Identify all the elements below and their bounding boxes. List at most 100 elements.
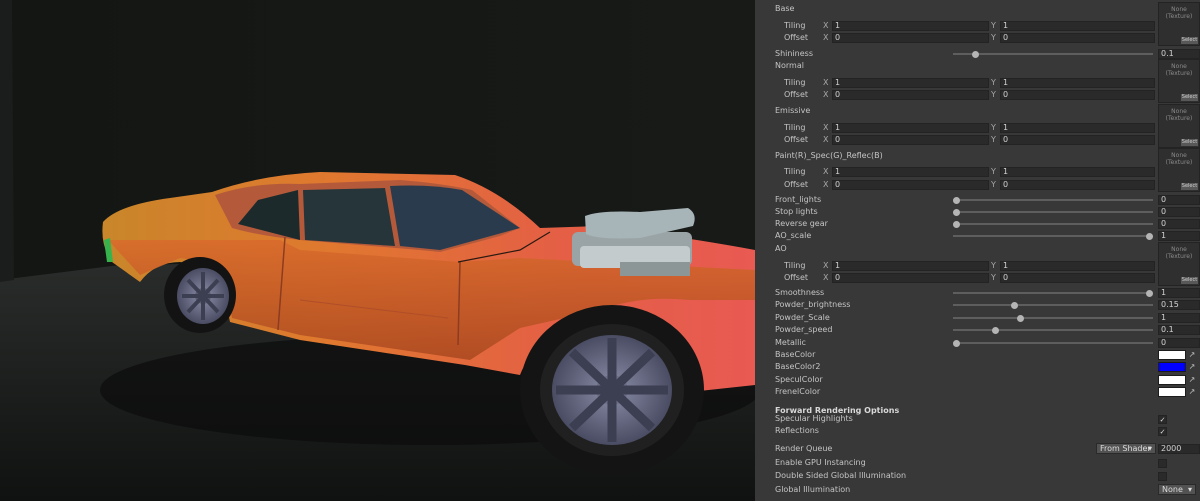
base-offset-y-field[interactable]: 0 — [1000, 33, 1155, 43]
paint-select-button[interactable]: Select — [1181, 183, 1198, 190]
reverse-gear-value-field[interactable]: 0 — [1158, 219, 1200, 229]
normal-texture-slot[interactable]: None (Texture) Select — [1158, 59, 1200, 103]
frenel-color-swatch[interactable] — [1158, 387, 1186, 397]
metallic-slider-handle[interactable] — [953, 339, 960, 347]
powder-brightness-slider[interactable] — [953, 301, 1153, 309]
smoothness-slider[interactable] — [953, 289, 1153, 297]
powder-scale-slider-handle[interactable] — [1016, 314, 1024, 322]
emissive-offset-y-field[interactable]: 0 — [1000, 135, 1155, 145]
emissive-tiling-x-axis: X — [823, 123, 829, 132]
normal-tiling-y-field[interactable]: 1 — [1000, 78, 1155, 88]
normal-offset-y-field[interactable]: 0 — [1000, 90, 1155, 100]
reflections-checkbox[interactable]: ✓ — [1158, 427, 1167, 436]
emissive-tiling-x-field[interactable]: 1 — [832, 123, 989, 133]
global-illumination-dropdown[interactable]: None ▾ — [1158, 484, 1196, 495]
double-sided-gi-checkbox[interactable] — [1158, 472, 1167, 481]
scene-viewport[interactable] — [0, 0, 755, 501]
ao-tiling-x-axis: X — [823, 261, 829, 270]
emissive-offset-x-field[interactable]: 0 — [832, 135, 989, 145]
front-lights-slider[interactable] — [953, 196, 1153, 204]
eyedropper-icon[interactable]: ↗ — [1188, 387, 1196, 397]
shininess-value-field[interactable]: 0.1 — [1158, 49, 1200, 59]
render-queue-mode: From Shader — [1100, 444, 1151, 453]
powder-scale-slider[interactable] — [953, 314, 1153, 322]
paint-tiling-x-field[interactable]: 1 — [832, 167, 989, 177]
stop-lights-slider-handle[interactable] — [953, 208, 960, 216]
base-tiling-x-field[interactable]: 1 — [832, 21, 989, 31]
powder-speed-label: Powder_speed — [775, 325, 833, 334]
ao-select-button[interactable]: Select — [1181, 277, 1198, 284]
base-color2-swatch[interactable] — [1158, 362, 1186, 372]
ao-offset-y-field[interactable]: 0 — [1000, 273, 1155, 283]
base-tiling-y-field[interactable]: 1 — [1000, 21, 1155, 31]
ao-scale-value-field[interactable]: 1 — [1158, 231, 1200, 241]
powder-brightness-slider-handle[interactable] — [1010, 301, 1018, 309]
metallic-value-field[interactable]: 0 — [1158, 338, 1200, 348]
base-select-button[interactable]: Select — [1181, 37, 1198, 44]
paint-offset-x-field[interactable]: 0 — [832, 180, 989, 190]
gpu-instancing-checkbox[interactable] — [1158, 459, 1167, 468]
ao-scale-slider-handle[interactable] — [1146, 232, 1153, 240]
emissive-texture-slot[interactable]: None (Texture) Select — [1158, 104, 1200, 148]
metallic-slider[interactable] — [953, 339, 1153, 347]
normal-select-button[interactable]: Select — [1181, 94, 1198, 101]
emissive-tiling-y-field[interactable]: 1 — [1000, 123, 1155, 133]
ao-texture-slot[interactable]: None (Texture) Select — [1158, 242, 1200, 286]
normal-offset-label: Offset — [784, 90, 809, 99]
specular-highlights-checkbox[interactable]: ✓ — [1158, 415, 1167, 424]
base-color-swatch[interactable] — [1158, 350, 1186, 360]
normal-tiling-x-axis: X — [823, 78, 829, 87]
render-queue-dropdown[interactable]: From Shader ▾ — [1096, 443, 1156, 454]
powder-speed-slider-handle[interactable] — [991, 326, 999, 334]
eyedropper-icon[interactable]: ↗ — [1188, 350, 1196, 360]
powder-speed-slider[interactable] — [953, 326, 1153, 334]
normal-tiling-x-field[interactable]: 1 — [832, 78, 989, 88]
global-illumination-label: Global Illumination — [775, 485, 851, 494]
normal-offset-x-field[interactable]: 0 — [832, 90, 989, 100]
ao-offset-x-axis: X — [823, 273, 829, 282]
shininess-slider-handle[interactable] — [972, 50, 980, 58]
front-lights-value-field[interactable]: 0 — [1158, 195, 1200, 205]
render-queue-value-field[interactable]: 2000 — [1158, 444, 1200, 454]
smoothness-value-field[interactable]: 1 — [1158, 288, 1200, 298]
emissive-select-button[interactable]: Select — [1181, 139, 1198, 146]
specular-highlights-label: Specular Highlights — [775, 414, 853, 423]
emissive-offset-y-axis: Y — [991, 135, 996, 144]
emissive-offset-x-axis: X — [823, 135, 829, 144]
powder-brightness-value-field[interactable]: 0.15 — [1158, 300, 1200, 310]
specul-color-swatch[interactable] — [1158, 375, 1186, 385]
smoothness-label: Smoothness — [775, 288, 825, 297]
paint-texture-slot[interactable]: None (Texture) Select — [1158, 148, 1200, 192]
base-texture-slot[interactable]: None (Texture) Select — [1158, 2, 1200, 46]
base-color-label: BaseColor — [775, 350, 816, 359]
paint-tiling-y-field[interactable]: 1 — [1000, 167, 1155, 177]
front-lights-slider-handle[interactable] — [953, 196, 960, 204]
global-illumination-value: None — [1162, 485, 1183, 494]
emissive-texture-name: None (Texture) — [1165, 108, 1193, 122]
material-inspector: Base Tiling X 1 Y 1 Offset X 0 Y 0 None … — [755, 0, 1200, 501]
frenel-color-label: FrenelColor — [775, 387, 821, 396]
powder-scale-value-field[interactable]: 1 — [1158, 313, 1200, 323]
eyedropper-icon[interactable]: ↗ — [1188, 375, 1196, 385]
eyedropper-icon[interactable]: ↗ — [1188, 362, 1196, 372]
reverse-gear-slider-handle[interactable] — [953, 220, 960, 228]
ao-scale-slider[interactable] — [953, 232, 1153, 240]
ao-tiling-x-field[interactable]: 1 — [832, 261, 989, 271]
ao-tiling-y-field[interactable]: 1 — [1000, 261, 1155, 271]
reverse-gear-slider[interactable] — [953, 220, 1153, 228]
base-offset-x-field[interactable]: 0 — [832, 33, 989, 43]
stop-lights-value-field[interactable]: 0 — [1158, 207, 1200, 217]
base-offset-label: Offset — [784, 33, 809, 42]
stop-lights-slider[interactable] — [953, 208, 1153, 216]
ao-header: AO — [775, 244, 787, 253]
smoothness-slider-handle[interactable] — [1146, 289, 1153, 297]
normal-offset-y-axis: Y — [991, 90, 996, 99]
shininess-label: Shininess — [775, 49, 813, 58]
paint-texture-name: None (Texture) — [1165, 152, 1193, 166]
stop-lights-label: Stop lights — [775, 207, 818, 216]
double-sided-gi-label: Double Sided Global Illumination — [775, 471, 907, 480]
powder-speed-value-field[interactable]: 0.1 — [1158, 325, 1200, 335]
paint-offset-y-field[interactable]: 0 — [1000, 180, 1155, 190]
ao-offset-x-field[interactable]: 0 — [832, 273, 989, 283]
shininess-slider[interactable] — [953, 50, 1153, 58]
